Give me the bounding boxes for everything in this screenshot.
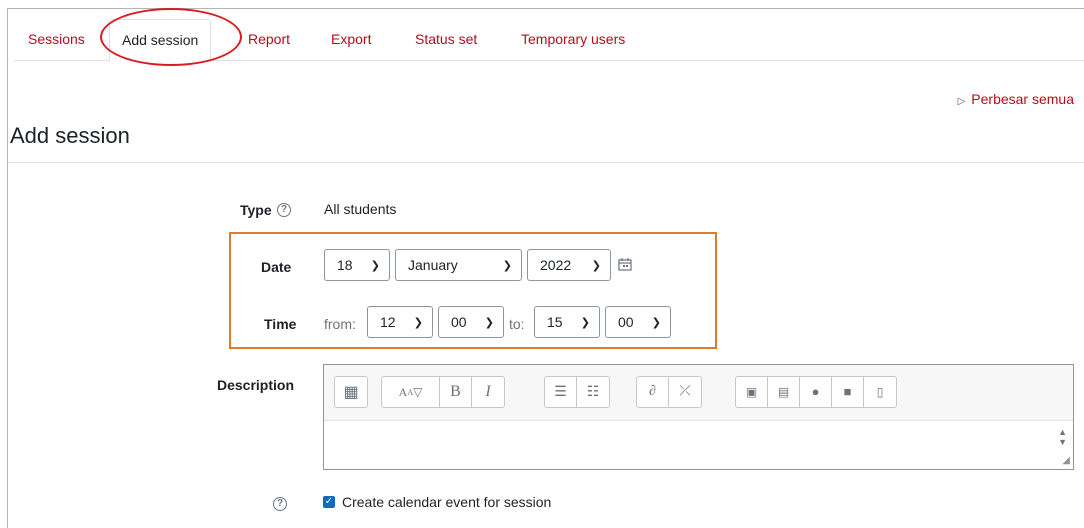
chevron-down-icon: ❯ xyxy=(502,260,512,272)
from-minute-value: 00 xyxy=(451,314,467,330)
tab-export[interactable]: Export xyxy=(331,19,371,61)
day-select[interactable]: 18 ❯ xyxy=(324,249,390,281)
tab-bar: Sessions Add session Report Export Statu… xyxy=(14,19,1084,62)
chevron-down-icon: ❯ xyxy=(370,260,380,272)
help-icon[interactable]: ? xyxy=(277,203,291,217)
toolbar-group-media: ▣ ▤ ● ■ ▯ xyxy=(735,376,897,408)
chevron-down-icon: ❯ xyxy=(591,260,601,272)
from-hour-select[interactable]: 12 ❯ xyxy=(367,306,433,338)
chevron-down-icon: ❯ xyxy=(413,317,423,329)
italic-icon[interactable]: I xyxy=(472,377,504,407)
day-value: 18 xyxy=(337,257,353,273)
to-minute-select[interactable]: 00 ❯ xyxy=(605,306,671,338)
expand-triangle-icon: ▷ xyxy=(957,96,966,107)
divider xyxy=(8,162,1084,163)
link-icon[interactable]: ∂ xyxy=(637,377,669,407)
help-icon[interactable]: ? xyxy=(273,497,287,511)
media-icon[interactable]: ▤ xyxy=(768,377,800,407)
chevron-down-icon: ❯ xyxy=(651,317,661,329)
month-select[interactable]: January ❯ xyxy=(395,249,522,281)
microphone-icon[interactable]: ● xyxy=(800,377,832,407)
toolbar-group-toggle: ▦ xyxy=(334,376,368,408)
video-icon[interactable]: ■ xyxy=(832,377,864,407)
type-label: Type xyxy=(240,202,272,218)
year-value: 2022 xyxy=(540,257,572,273)
to-hour-value: 15 xyxy=(547,314,563,330)
calendar-event-label: Create calendar event for session xyxy=(342,494,552,510)
unlink-icon[interactable]: ⤫ xyxy=(669,377,701,407)
calendar-icon[interactable] xyxy=(618,257,632,271)
time-label: Time xyxy=(264,316,297,332)
from-hour-value: 12 xyxy=(380,314,396,330)
time-from-label: from: xyxy=(324,316,356,332)
time-to-label: to: xyxy=(509,316,525,332)
bold-icon[interactable]: B xyxy=(440,377,472,407)
chevron-down-icon: ❯ xyxy=(580,317,590,329)
description-editor[interactable]: ▦ A A ▽ B I ☰ ☷ ∂ ⤫ ▣ ▤ ● ■ ▯ ▲ ▼ ◢ xyxy=(323,364,1074,470)
toolbar-group-links: ∂ ⤫ xyxy=(636,376,702,408)
bullet-list-icon[interactable]: ☰ xyxy=(545,377,577,407)
style-dropdown-icon[interactable]: A A ▽ xyxy=(382,377,440,407)
resize-handle-icon[interactable]: ◢ xyxy=(1062,455,1070,466)
toolbar-group-format: A A ▽ B I xyxy=(381,376,505,408)
page-title: Add session xyxy=(10,123,130,148)
description-label: Description xyxy=(217,377,295,393)
expand-all-link[interactable]: ▷ Perbesar semua xyxy=(958,91,1074,107)
calendar-event-checkbox[interactable]: ✓ xyxy=(323,496,335,508)
manage-files-icon[interactable]: ▯ xyxy=(864,377,896,407)
toolbar-group-lists: ☰ ☷ xyxy=(544,376,610,408)
toolbar-toggle-icon[interactable]: ▦ xyxy=(335,377,367,407)
tab-temporary-users[interactable]: Temporary users xyxy=(521,19,625,61)
date-label: Date xyxy=(261,259,292,275)
to-hour-select[interactable]: 15 ❯ xyxy=(534,306,600,338)
tab-add-session[interactable]: Add session xyxy=(109,19,212,62)
image-icon[interactable]: ▣ xyxy=(736,377,768,407)
year-select[interactable]: 2022 ❯ xyxy=(527,249,611,281)
tab-sessions[interactable]: Sessions xyxy=(28,19,85,61)
chevron-down-icon: ❯ xyxy=(484,317,494,329)
month-value: January xyxy=(408,257,458,273)
type-value: All students xyxy=(324,201,397,217)
tab-status-set[interactable]: Status set xyxy=(415,19,477,61)
scroll-arrows-icon: ▲ ▼ xyxy=(1058,427,1067,447)
numbered-list-icon[interactable]: ☷ xyxy=(577,377,609,407)
from-minute-select[interactable]: 00 ❯ xyxy=(438,306,504,338)
editor-toolbar: ▦ A A ▽ B I ☰ ☷ ∂ ⤫ ▣ ▤ ● ■ ▯ xyxy=(324,365,1073,421)
to-minute-value: 00 xyxy=(618,314,634,330)
expand-all-label: Perbesar semua xyxy=(971,91,1074,107)
tab-report[interactable]: Report xyxy=(248,19,290,61)
